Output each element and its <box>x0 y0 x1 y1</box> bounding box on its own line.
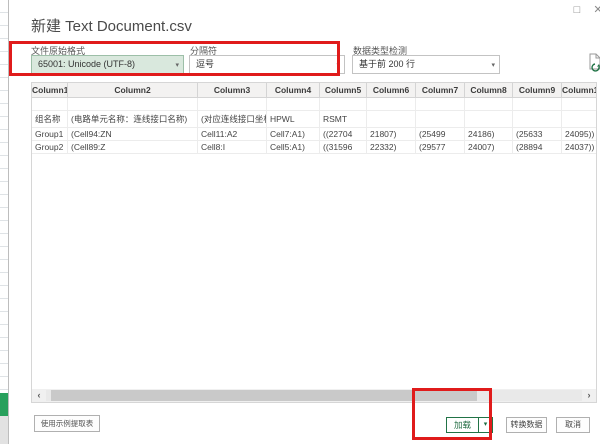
table-cell: (电路单元名称：连线接口名称) <box>68 111 198 128</box>
extract-table-using-examples-button[interactable]: 使用示例提取表 <box>34 415 100 432</box>
load-dropdown-icon[interactable]: ▾ <box>479 417 493 433</box>
maximize-icon[interactable]: □ <box>569 3 585 18</box>
table-cell <box>367 111 416 128</box>
table-cell: 24095)) <box>562 128 597 141</box>
column-header: Column4 <box>267 83 320 98</box>
chevron-down-icon: ▾ <box>175 57 179 74</box>
table-row: Group2 (Cell89:Z Cell8:I Cell5:A1) ((315… <box>32 141 597 154</box>
scrollbar-thumb[interactable] <box>51 390 477 401</box>
column-header: Column2 <box>68 83 198 98</box>
table-cell <box>32 98 68 111</box>
table-cell: 24007) <box>465 141 513 154</box>
table-cell: ((31596 <box>320 141 367 154</box>
table-cell <box>465 111 513 128</box>
column-header: Column3 <box>198 83 267 98</box>
table-cell <box>416 111 465 128</box>
table-row <box>32 98 597 111</box>
close-icon[interactable]: ✕ <box>590 3 600 18</box>
excel-statusbar-strip <box>0 416 8 444</box>
table-cell <box>562 98 597 111</box>
document-edit-icon <box>586 52 600 72</box>
table-cell <box>513 98 562 111</box>
table-cell: Group2 <box>32 141 68 154</box>
type-detection-value: 基于前 200 行 <box>359 59 415 69</box>
table-cell: (25633 <box>513 128 562 141</box>
csv-import-dialog: □ ✕ 新建 Text Document.csv 文件原始格式 分隔符 数据类型… <box>8 0 600 444</box>
delimiter-dropdown[interactable]: 逗号 ▾ <box>189 55 345 74</box>
table-cell: 21807) <box>367 128 416 141</box>
type-detection-dropdown[interactable]: 基于前 200 行 ▾ <box>352 55 500 74</box>
table-cell: 22332) <box>367 141 416 154</box>
table-cell <box>465 98 513 111</box>
file-origin-dropdown[interactable]: 65001: Unicode (UTF-8) ▾ <box>31 55 184 74</box>
load-button[interactable]: 加载 <box>446 417 479 433</box>
table-cell: (对应连线接口坐标) <box>198 111 267 128</box>
table-cell <box>68 98 198 111</box>
table-cell <box>416 98 465 111</box>
table-cell <box>320 98 367 111</box>
table-cell: (28894 <box>513 141 562 154</box>
preview-table: Column1 Column2 Column3 Column4 Column5 … <box>31 82 597 403</box>
delimiter-value: 逗号 <box>196 59 214 69</box>
table-cell <box>562 111 597 128</box>
excel-green-accent <box>0 393 8 416</box>
table-cell: (Cell94:ZN <box>68 128 198 141</box>
column-header: Column5 <box>320 83 367 98</box>
column-header: Column7 <box>416 83 465 98</box>
table-cell: (25499 <box>416 128 465 141</box>
column-header: Column10 <box>562 83 597 98</box>
table-cell: Cell7:A1) <box>267 128 320 141</box>
table-cell: 组名称 <box>32 111 68 128</box>
column-header: Column1 <box>32 83 68 98</box>
table-cell: ((22704 <box>320 128 367 141</box>
chevron-down-icon: ▾ <box>336 57 340 74</box>
table-cell: Cell11:A2 <box>198 128 267 141</box>
load-split-button: 加载 ▾ <box>446 417 493 433</box>
table-cell <box>367 98 416 111</box>
file-origin-value: 65001: Unicode (UTF-8) <box>38 59 135 69</box>
table-cell: HPWL <box>267 111 320 128</box>
table-cell: Cell8:I <box>198 141 267 154</box>
scroll-left-icon[interactable]: ‹ <box>32 389 46 402</box>
table-row: Group1 (Cell94:ZN Cell11:A2 Cell7:A1) ((… <box>32 128 597 141</box>
table-cell: (Cell89:Z <box>68 141 198 154</box>
table-header-row: Column1 Column2 Column3 Column4 Column5 … <box>32 83 597 98</box>
table-cell: 24186) <box>465 128 513 141</box>
dialog-title: 新建 Text Document.csv <box>31 15 192 36</box>
table-cell <box>513 111 562 128</box>
csv-import-dialog-screen: □ ✕ 新建 Text Document.csv 文件原始格式 分隔符 数据类型… <box>0 0 600 444</box>
table-cell: Group1 <box>32 128 68 141</box>
column-header: Column6 <box>367 83 416 98</box>
column-header: Column9 <box>513 83 562 98</box>
table-cell: Cell5:A1) <box>267 141 320 154</box>
table-cell: 24037)) <box>562 141 597 154</box>
column-header: Column8 <box>465 83 513 98</box>
scroll-right-icon[interactable]: › <box>582 389 596 402</box>
horizontal-scrollbar[interactable]: ‹ › <box>32 389 596 402</box>
excel-worksheet-strip <box>0 0 8 444</box>
cancel-button[interactable]: 取消 <box>556 417 590 433</box>
table-cell: RSMT <box>320 111 367 128</box>
transform-data-button[interactable]: 转换数据 <box>506 417 547 433</box>
table-row: 组名称 (电路单元名称：连线接口名称) (对应连线接口坐标) HPWL RSMT <box>32 111 597 128</box>
table-cell <box>267 98 320 111</box>
table-cell: (29577 <box>416 141 465 154</box>
table-cell <box>198 98 267 111</box>
chevron-down-icon: ▾ <box>491 57 495 74</box>
